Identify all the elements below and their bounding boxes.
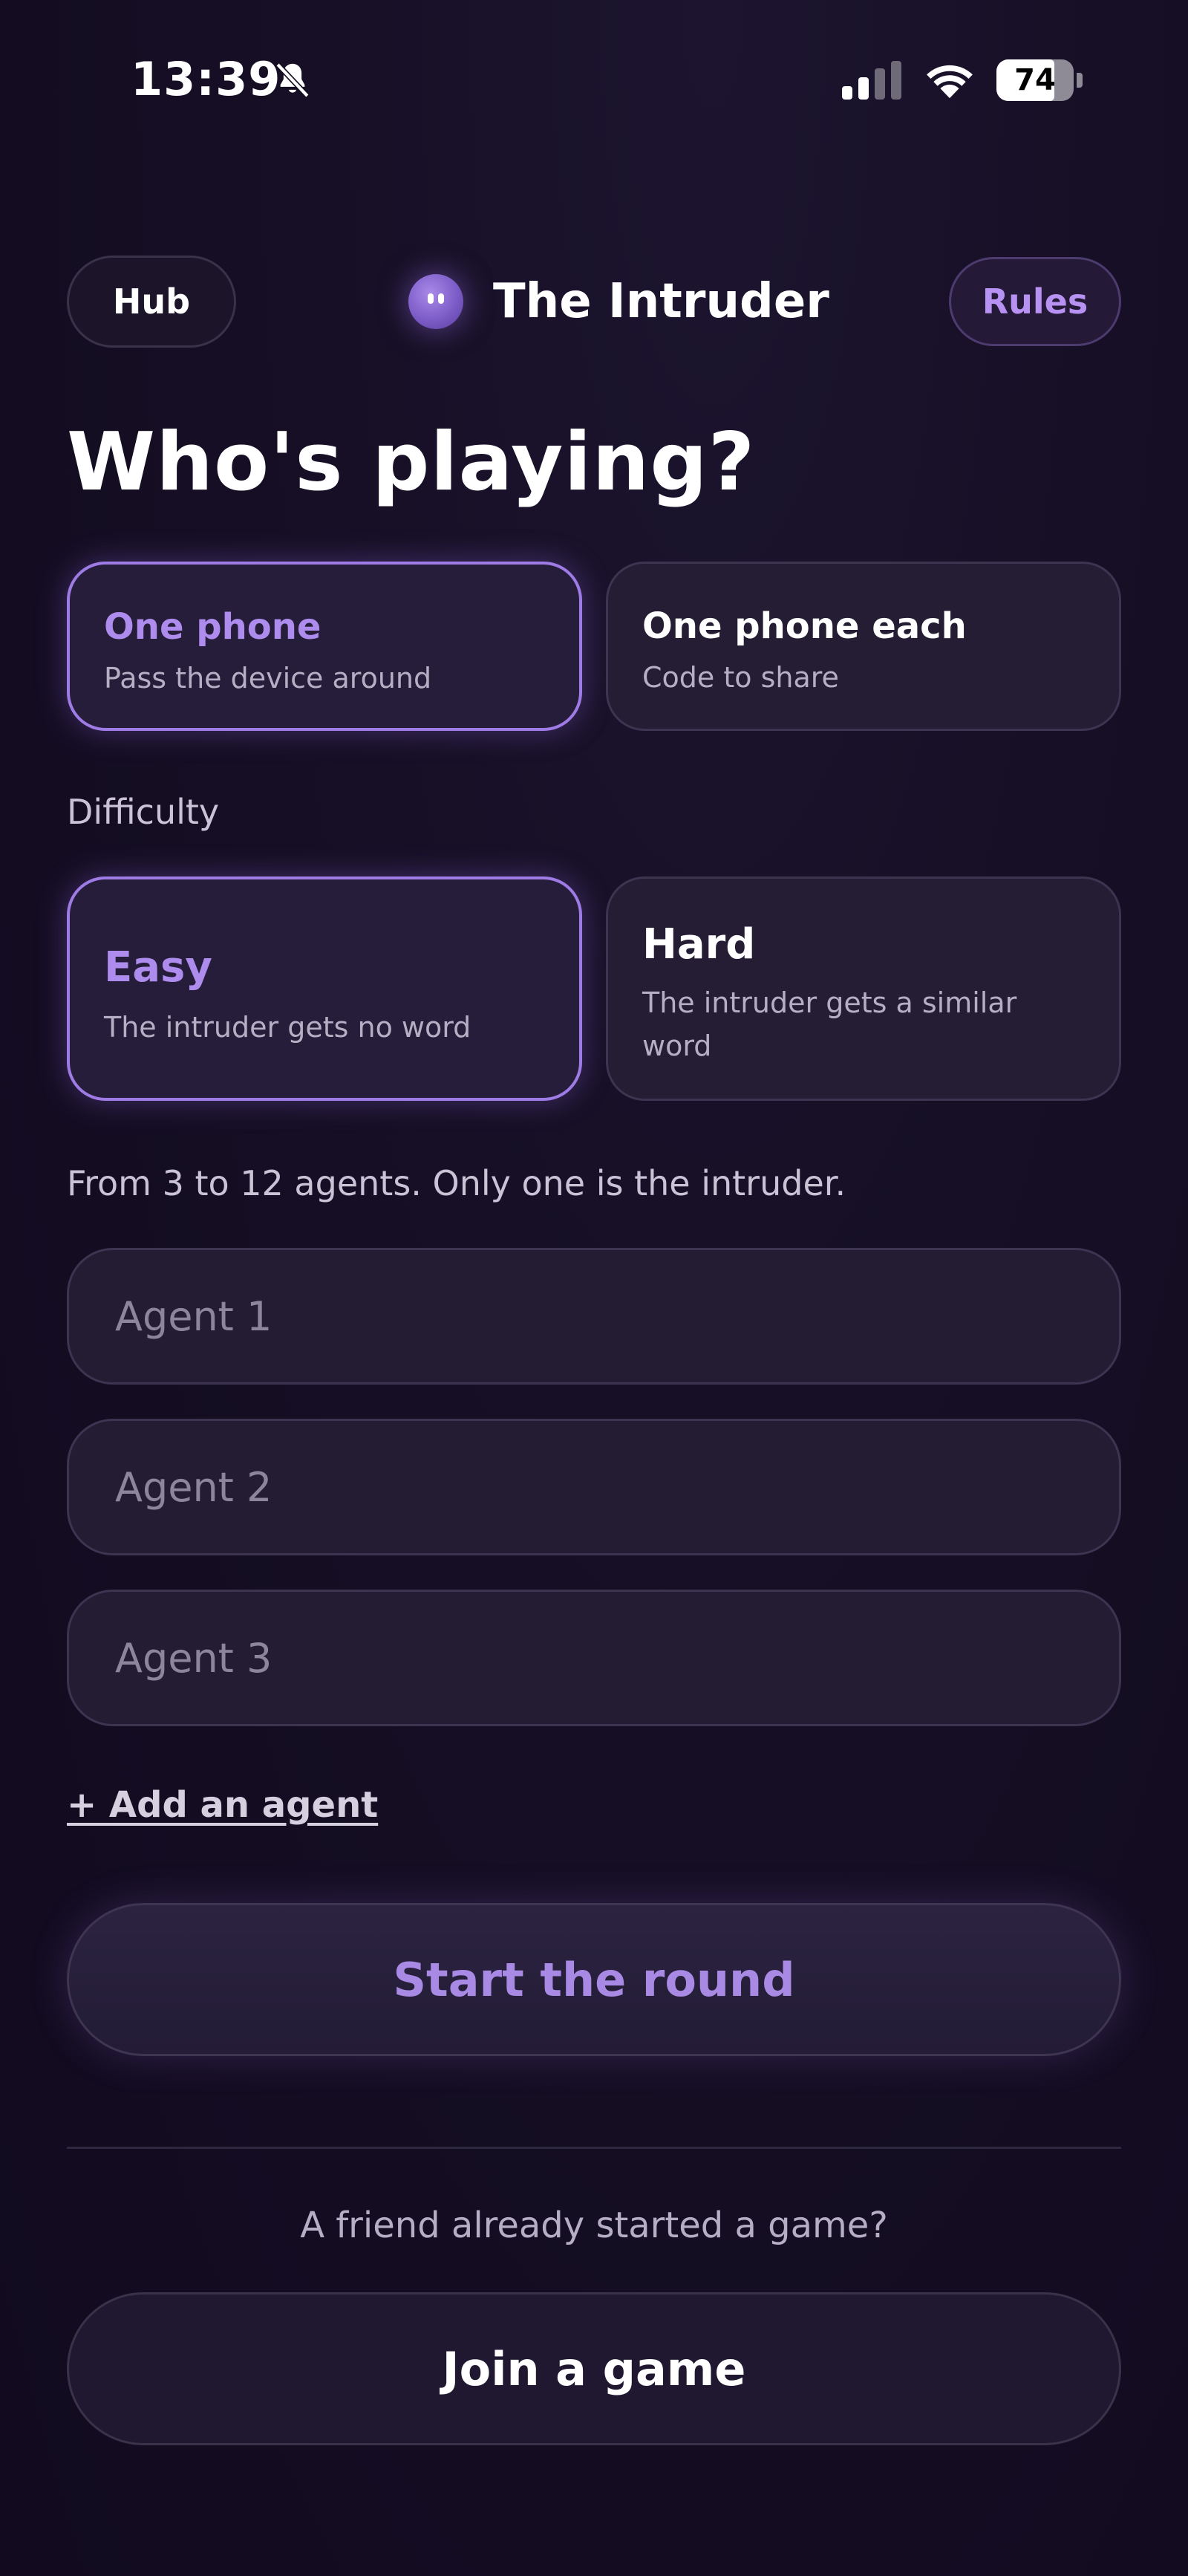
agent-3-input[interactable] (67, 1590, 1121, 1726)
divider (67, 2147, 1121, 2149)
battery-icon: 74 (996, 59, 1084, 101)
difficulty-option-hard[interactable]: Hard The intruder gets a similar word (606, 876, 1121, 1101)
mode-option-subtitle: Code to share (642, 661, 839, 694)
difficulty-option-title: Hard (642, 920, 756, 969)
hub-button[interactable]: Hub (67, 256, 236, 348)
page-title: Who's playing? (67, 416, 756, 509)
join-prompt: A friend already started a game? (300, 2205, 888, 2246)
add-agent-link[interactable]: + Add an agent (67, 1784, 378, 1826)
mode-option-title: One phone (104, 606, 322, 648)
mode-option-one-phone-each[interactable]: One phone each Code to share (606, 562, 1121, 731)
start-round-button[interactable]: Start the round (67, 1903, 1121, 2056)
bell-slash-icon (275, 62, 310, 98)
mode-option-one-phone[interactable]: One phone Pass the device around (67, 562, 582, 731)
intruder-logo-icon (408, 274, 463, 329)
app-brand: The Intruder (408, 264, 829, 339)
mode-option-subtitle: Pass the device around (104, 662, 432, 695)
wifi-icon (927, 65, 973, 99)
join-game-button[interactable]: Join a game (67, 2292, 1121, 2445)
agents-hint: From 3 to 12 agents. Only one is the int… (67, 1163, 846, 1203)
difficulty-label: Difficulty (67, 792, 220, 832)
app-title: The Intruder (493, 274, 829, 329)
difficulty-option-title: Easy (104, 943, 212, 992)
mode-option-title: One phone each (642, 605, 967, 647)
agent-1-input[interactable] (67, 1248, 1121, 1385)
battery-level: 74 (1014, 63, 1056, 97)
status-bar: 13:39 74 (0, 0, 1188, 149)
difficulty-option-easy[interactable]: Easy The intruder gets no word (67, 876, 582, 1101)
rules-button[interactable]: Rules (949, 257, 1121, 346)
cellular-signal-icon (842, 61, 901, 100)
agent-2-input[interactable] (67, 1419, 1121, 1555)
difficulty-option-subtitle: The intruder gets a similar word (642, 986, 1017, 1062)
difficulty-option-subtitle: The intruder gets no word (104, 1011, 471, 1044)
status-time: 13:39 (131, 52, 281, 106)
